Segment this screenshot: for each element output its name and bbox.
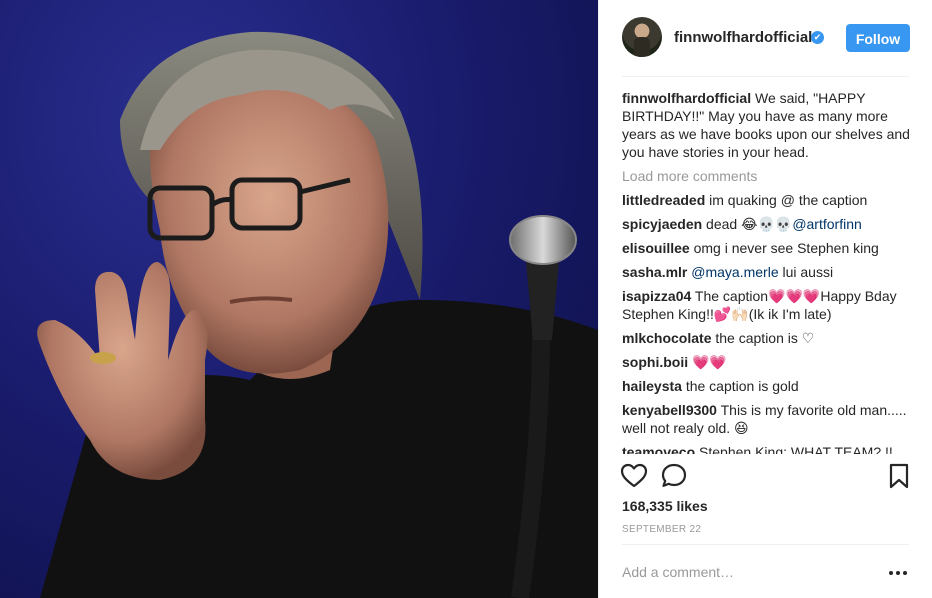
comment-item: kenyabell9300 This is my favorite old ma… xyxy=(622,401,914,437)
action-bar xyxy=(620,462,915,492)
comment-text: 💗💗 xyxy=(692,354,727,370)
comment-text: the caption is ♡ xyxy=(715,330,815,346)
comment-username[interactable]: haileysta xyxy=(622,378,682,394)
comment-item: mlkchocolate the caption is ♡ xyxy=(622,329,914,347)
comment-item: spicyjaeden dead 😂💀💀@artforfinn xyxy=(622,215,914,233)
comment-item: teamoveco Stephen King: WHAT TEAM? !! xyxy=(622,443,914,454)
comment-icon[interactable] xyxy=(660,462,690,492)
post-caption: finnwolfhardofficial We said, "HAPPY BIR… xyxy=(622,89,914,161)
load-more-comments-link[interactable]: Load more comments xyxy=(622,167,914,185)
comment-username[interactable]: sophi.boii xyxy=(622,354,688,370)
comment-item: elisouillee omg i never see Stephen king xyxy=(622,239,914,257)
comment-mention[interactable]: @artforfinn xyxy=(792,216,861,232)
comment-username[interactable]: teamoveco xyxy=(622,444,695,454)
comment-username[interactable]: spicyjaeden xyxy=(622,216,702,232)
comment-text: lui aussi xyxy=(782,264,834,280)
comments-list[interactable]: finnwolfhardofficial We said, "HAPPY BIR… xyxy=(622,89,914,454)
comment-username[interactable]: littledreaded xyxy=(622,192,705,208)
post-photo[interactable] xyxy=(0,0,598,598)
likes-count[interactable]: 168,335 likes xyxy=(622,498,708,514)
photo-illustration xyxy=(37,31,598,598)
bookmark-icon[interactable] xyxy=(885,462,915,492)
divider xyxy=(622,544,909,545)
comment-text: omg i never see Stephen king xyxy=(693,240,879,256)
follow-button[interactable]: Follow xyxy=(846,24,910,52)
comment-item: isapizza04 The caption💗💗💗Happy Bday Step… xyxy=(622,287,914,323)
header-username[interactable]: finnwolfhardofficial xyxy=(674,29,812,46)
comment-username[interactable]: sasha.mlr xyxy=(622,264,687,280)
comment-text: the caption is gold xyxy=(685,378,799,394)
post-sidebar: finnwolfhardofficial ✔ Follow finnwolfha… xyxy=(598,0,932,598)
comment-item: haileysta the caption is gold xyxy=(622,377,914,395)
post-date[interactable]: SEPTEMBER 22 xyxy=(622,524,701,535)
comment-text: dead 😂💀💀 xyxy=(706,216,793,232)
heart-icon[interactable] xyxy=(620,462,650,492)
more-options-icon[interactable] xyxy=(889,563,909,581)
caption-username[interactable]: finnwolfhardofficial xyxy=(622,90,751,106)
comment-username[interactable]: mlkchocolate xyxy=(622,330,711,346)
comment-item: sophi.boii 💗💗 xyxy=(622,353,914,371)
comment-username[interactable]: isapizza04 xyxy=(622,288,691,304)
comment-username[interactable]: kenyabell9300 xyxy=(622,402,717,418)
comment-item: littledreaded im quaking @ the caption xyxy=(622,191,914,209)
comment-text: im quaking @ the caption xyxy=(709,192,868,208)
instagram-post: finnwolfhardofficial ✔ Follow finnwolfha… xyxy=(0,0,932,598)
avatar[interactable] xyxy=(622,17,662,57)
verified-badge-icon: ✔ xyxy=(811,31,824,44)
comment-mention[interactable]: @maya.merle xyxy=(691,264,778,280)
comment-username[interactable]: elisouillee xyxy=(622,240,690,256)
post-header: finnwolfhardofficial ✔ Follow xyxy=(599,0,932,76)
comment-item: sasha.mlr @maya.merle lui aussi xyxy=(622,263,914,281)
comment-text: Stephen King: WHAT TEAM? !! xyxy=(699,444,893,454)
divider xyxy=(622,76,909,77)
add-comment-input[interactable] xyxy=(622,560,872,584)
